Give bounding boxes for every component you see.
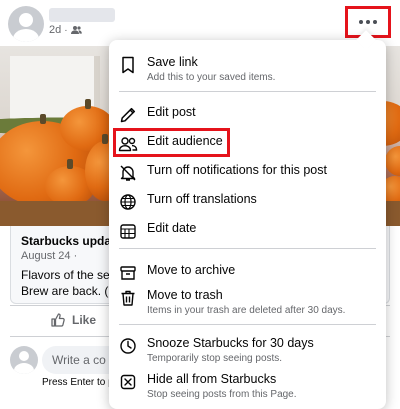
menu-item-label: Move to trash — [147, 288, 223, 302]
post-time[interactable]: 2d — [49, 24, 61, 36]
calendar-icon — [117, 220, 139, 242]
commenter-avatar[interactable] — [10, 346, 38, 374]
archive-icon — [117, 262, 139, 284]
menu-item-label: Turn off notifications for this post — [147, 163, 327, 177]
bell-off-icon — [117, 162, 139, 184]
menu-item-move-to-trash[interactable]: Move to trash Items in your trash are de… — [117, 287, 378, 318]
link-date: August 24 · — [21, 250, 78, 262]
menu-item-label: Edit date — [147, 221, 197, 235]
link-title: Starbucks update — [21, 234, 122, 248]
press-enter-hint: Press Enter to p — [42, 377, 112, 388]
menu-item-subtext: Temporarily stop seeing posts. — [147, 353, 283, 364]
menu-separator — [119, 91, 376, 92]
menu-item-label: Snooze Starbucks for 30 days — [147, 336, 314, 350]
post-meta: 2d · — [49, 24, 82, 36]
menu-item-label: Hide all from Starbucks — [147, 372, 277, 386]
menu-separator — [119, 324, 376, 325]
comment-input[interactable]: Write a co — [42, 346, 112, 374]
globe-icon — [117, 191, 139, 213]
highlight-box — [113, 128, 230, 157]
trash-icon — [117, 287, 139, 309]
clock-icon — [117, 335, 139, 357]
like-button[interactable]: Like — [50, 312, 96, 328]
author-name-redacted[interactable] — [49, 8, 115, 22]
menu-item-label: Move to archive — [147, 263, 236, 277]
menu-item-move-to-archive[interactable]: Move to archive — [117, 262, 378, 284]
avatar[interactable] — [8, 6, 44, 42]
friends-audience-icon[interactable] — [70, 25, 82, 35]
menu-item-turn-off-translations[interactable]: Turn off translations — [117, 191, 378, 213]
menu-item-subtext: Stop seeing posts from this Page. — [147, 389, 297, 400]
menu-item-label: Save link — [147, 55, 198, 69]
menu-item-edit-post[interactable]: Edit post — [117, 104, 378, 126]
menu-item-edit-date[interactable]: Edit date — [117, 220, 378, 242]
menu-item-save-link[interactable]: Save link Add this to your saved items. — [117, 54, 378, 85]
menu-item-hide-all[interactable]: Hide all from Starbucks Stop seeing post… — [117, 371, 378, 402]
menu-item-label: Turn off translations — [147, 192, 257, 206]
menu-separator — [119, 248, 376, 249]
menu-item-turn-off-notifications[interactable]: Turn off notifications for this post — [117, 162, 378, 184]
link-text: Flavors of the seas Brew are back. (U — [21, 268, 116, 298]
menu-item-snooze[interactable]: Snooze Starbucks for 30 days Temporarily… — [117, 335, 378, 366]
menu-item-label: Edit post — [147, 105, 196, 119]
menu-item-subtext: Items in your trash are deleted after 30… — [147, 305, 346, 316]
menu-item-subtext: Add this to your saved items. — [147, 72, 276, 83]
meta-separator: · — [64, 24, 68, 36]
more-dots-icon — [359, 20, 377, 24]
post-options-menu: Save link Add this to your saved items. … — [109, 40, 386, 409]
bookmark-icon — [117, 54, 139, 76]
hide-icon — [117, 371, 139, 393]
thumbs-up-icon — [50, 312, 66, 328]
pencil-icon — [117, 104, 139, 126]
like-label: Like — [72, 313, 97, 327]
